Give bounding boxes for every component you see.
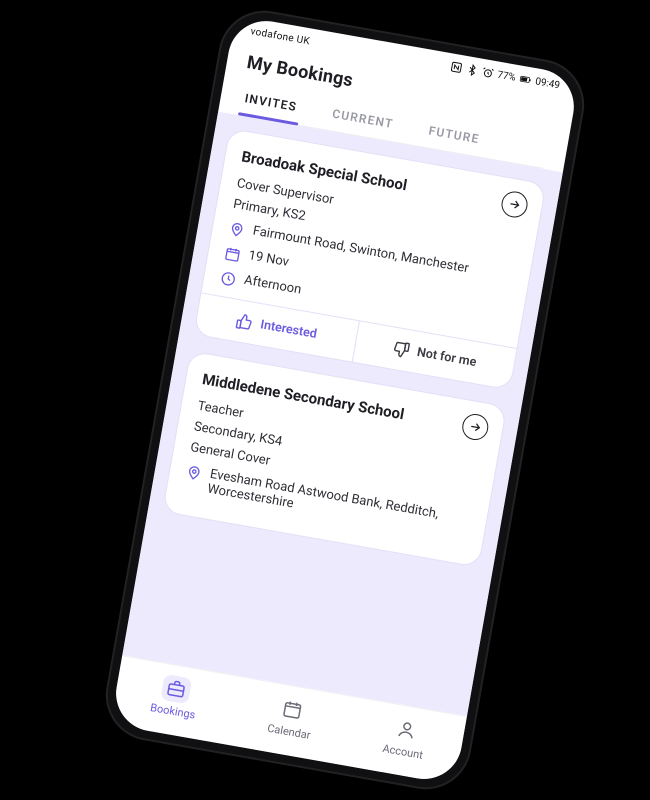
account-icon (391, 714, 423, 744)
thumbs-down-icon (391, 339, 411, 359)
alarm-icon (481, 66, 495, 80)
statusbar-time: 09:49 (534, 76, 560, 91)
nav-calendar[interactable]: Calendar (266, 693, 316, 742)
nav-bookings[interactable]: Bookings (149, 672, 201, 721)
location-icon (228, 220, 247, 239)
open-invite-button[interactable] (499, 189, 529, 219)
interested-label: Interested (259, 317, 318, 342)
clock-icon (219, 269, 238, 288)
statusbar-carrier: vodafone UK (250, 26, 311, 47)
invite-card[interactable]: Broadoak Special School Cover Supervisor… (193, 128, 547, 390)
nav-label: Account (382, 741, 424, 761)
battery-percent: 77% (496, 69, 516, 83)
battery-icon (519, 73, 533, 87)
invite-card[interactable]: Middledene Secondary School Teacher Seco… (162, 350, 508, 567)
arrow-right-icon (467, 419, 483, 435)
calendar-icon (277, 694, 309, 724)
calendar-icon (223, 245, 242, 264)
nav-label: Calendar (266, 721, 311, 741)
nav-account[interactable]: Account (382, 713, 429, 761)
bluetooth-icon (465, 63, 479, 77)
date-text: 19 Nov (247, 248, 290, 270)
location-icon (185, 463, 204, 482)
briefcase-icon (161, 673, 193, 703)
open-invite-button[interactable] (460, 412, 490, 442)
nfc-icon (449, 60, 463, 74)
arrow-right-icon (506, 196, 522, 212)
thumbs-up-icon (234, 312, 254, 332)
nav-label: Bookings (149, 700, 196, 721)
not-for-me-label: Not for me (416, 345, 478, 370)
slot-text: Afternoon (243, 273, 302, 298)
